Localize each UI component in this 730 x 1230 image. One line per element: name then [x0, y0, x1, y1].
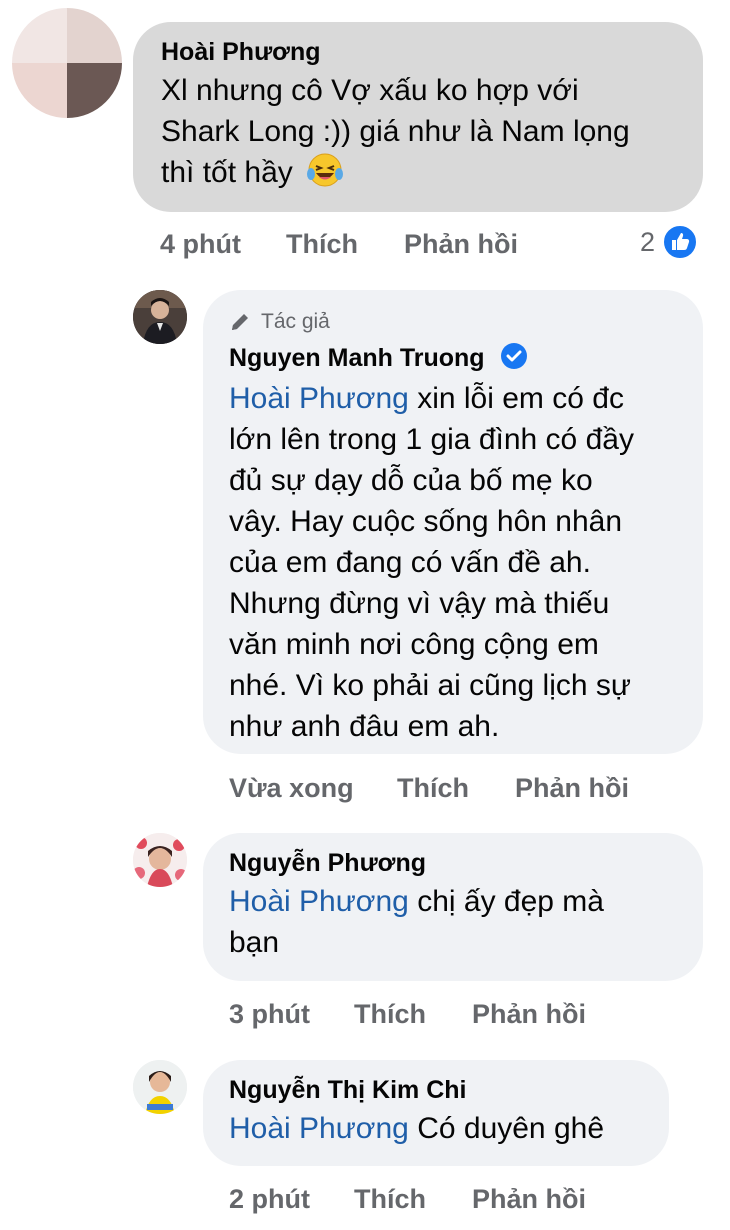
comment-line: văn minh nơi công cộng em: [229, 628, 599, 661]
like-reaction-icon: [662, 224, 699, 260]
comment-line: vây. Hay cuộc sống hôn nhân: [229, 505, 623, 538]
comment-line: thì tốt hầy: [161, 152, 675, 193]
reply-button[interactable]: Phản hồi: [472, 1181, 586, 1217]
comment-bubble-4: Nguyễn Thị Kim Chi Hoài Phương Có duyên …: [203, 1060, 669, 1166]
mention-link[interactable]: Hoài Phương: [229, 1112, 409, 1145]
comment-line-text: Có duyên ghê: [408, 1112, 605, 1145]
like-button[interactable]: Thích: [354, 1181, 426, 1217]
comment-line-text: xin lỗi em có đc: [408, 382, 624, 415]
profile-photo: [133, 1060, 187, 1114]
comment-timestamp[interactable]: Vừa xong: [229, 770, 354, 806]
author-badge: Tác giả: [229, 306, 677, 338]
reaction-summary[interactable]: 2: [640, 222, 699, 262]
laughing-tears-emoji-icon: [307, 153, 344, 187]
comment-line: Hoài Phương xin lỗi em có đc: [229, 378, 677, 419]
comment-author[interactable]: Hoài Phương: [161, 36, 675, 68]
author-badge-label: Tác giả: [261, 310, 330, 333]
comment-timestamp[interactable]: 3 phút: [229, 996, 310, 1032]
comment-author-row: Nguyen Manh Truong: [229, 342, 677, 374]
avatar-nguyen-phuong[interactable]: [133, 833, 187, 887]
verified-badge-icon: [500, 343, 527, 369]
comment-line: Hoài Phương Có duyên ghê: [229, 1108, 643, 1149]
comment-bubble-3: Nguyễn Phương Hoài Phương chị ấy đẹp mà …: [203, 833, 703, 981]
like-button[interactable]: Thích: [354, 996, 426, 1032]
comment-author[interactable]: Nguyen Manh Truong: [229, 344, 485, 372]
comment-bubble-1: Hoài Phương Xl nhưng cô Vợ xấu ko hợp vớ…: [133, 22, 703, 212]
profile-photo: [133, 290, 187, 344]
comment-line: Xl nhưng cô Vợ xấu ko hợp với: [161, 74, 579, 107]
reaction-count: 2: [640, 226, 656, 257]
comment-line: Shark Long :)) giá như là Nam lọng: [161, 115, 630, 148]
comment-author[interactable]: Nguyễn Phương: [229, 847, 677, 879]
reply-button[interactable]: Phản hồi: [472, 996, 586, 1032]
avatar-nguyen-thi-kim-chi[interactable]: [133, 1060, 187, 1114]
comment-line: lớn lên trong 1 gia đình có đầy: [229, 423, 634, 456]
comment-actions-4: 2 phút Thích Phản hồi: [229, 1181, 709, 1217]
like-button[interactable]: Thích: [397, 770, 469, 806]
comment-line: đủ sự dạy dỗ của bố mẹ ko: [229, 464, 593, 497]
comment-timestamp[interactable]: 2 phút: [229, 1181, 310, 1217]
mention-link[interactable]: Hoài Phương: [229, 885, 409, 918]
profile-photo: [133, 833, 187, 887]
reply-button[interactable]: Phản hồi: [515, 770, 629, 806]
pencil-icon: [232, 314, 248, 330]
comment-line: Hoài Phương chị ấy đẹp mà: [229, 881, 677, 922]
comment-line: như anh đâu em ah.: [229, 710, 500, 743]
comment-line-text: thì tốt hầy: [161, 156, 293, 189]
comment-timestamp[interactable]: 4 phút: [160, 226, 241, 262]
comment-line: Nhưng đừng vì vậy mà thiếu: [229, 587, 610, 620]
comment-line: bạn: [229, 926, 280, 959]
comment-line: nhé. Vì ko phải ai cũng lịch sự: [229, 669, 631, 702]
blurred-avatar-image: [12, 8, 122, 118]
reply-button[interactable]: Phản hồi: [404, 226, 518, 262]
comment-actions-3: 3 phút Thích Phản hồi: [229, 996, 709, 1032]
comment-line: của em đang có vấn đề ah.: [229, 546, 591, 579]
comment-actions-1: 4 phút Thích Phản hồi: [160, 226, 720, 262]
mention-link[interactable]: Hoài Phương: [229, 382, 409, 415]
like-button[interactable]: Thích: [286, 226, 358, 262]
avatar-nguyen-manh-truong[interactable]: [133, 290, 187, 344]
comment-actions-2: Vừa xong Thích Phản hồi: [229, 770, 709, 806]
comment-bubble-2: Tác giả Nguyen Manh Truong Hoài Phương x…: [203, 290, 703, 754]
avatar-hoai-phuong[interactable]: [12, 8, 122, 118]
comment-line-text: chị ấy đẹp mà: [408, 885, 604, 918]
comment-author[interactable]: Nguyễn Thị Kim Chi: [229, 1074, 643, 1106]
